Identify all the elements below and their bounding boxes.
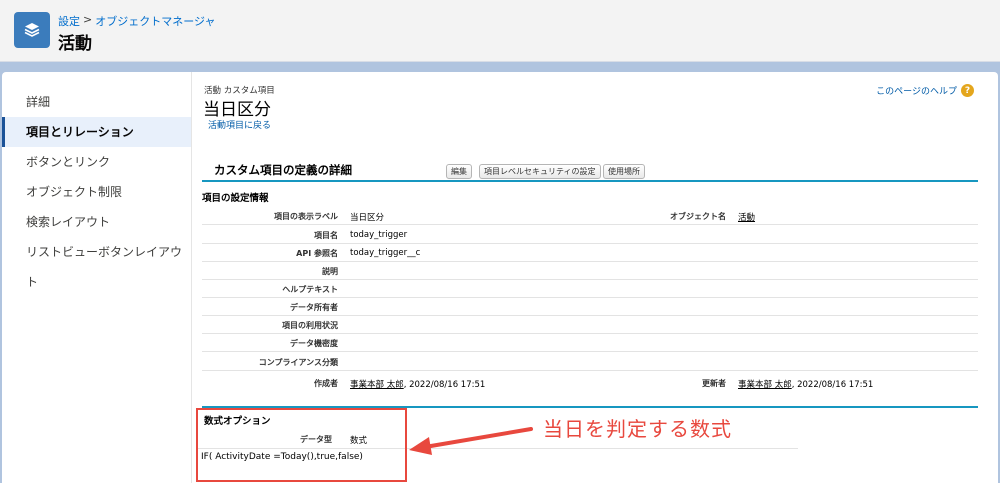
table-row: 項目名 today_trigger bbox=[202, 226, 978, 244]
table-row: コンプライアンス分類 bbox=[202, 353, 978, 371]
table-row: 説明 bbox=[202, 262, 978, 280]
annotation-text: 当日を判定する数式 bbox=[543, 417, 732, 441]
row-label: 項目名 bbox=[314, 231, 338, 240]
help-icon: ? bbox=[961, 84, 974, 97]
sidebar-item-details[interactable]: 詳細 bbox=[2, 87, 191, 117]
edit-button[interactable]: 編集 bbox=[446, 164, 472, 179]
row-label: データ所有者 bbox=[290, 303, 338, 312]
detail-bar: カスタム項目の定義の詳細 編集 項目レベルセキュリティの設定 使用場所 bbox=[202, 158, 978, 182]
where-used-button[interactable]: 使用場所 bbox=[603, 164, 645, 179]
layers-icon bbox=[14, 12, 50, 48]
annotation-arrow-icon bbox=[409, 427, 533, 455]
breadcrumb: 設定 > オブジェクトマネージャ bbox=[58, 13, 215, 29]
sidebar-item-buttons-links[interactable]: ボタンとリンク bbox=[2, 147, 191, 177]
sidebar-item-fields-relationships[interactable]: 項目とリレーション bbox=[2, 117, 191, 147]
created-by-user-link[interactable]: 事業本部 太郎 bbox=[350, 380, 404, 390]
help-link-label: このページのヘルプ bbox=[876, 87, 957, 97]
created-date: , 2022/08/16 17:51 bbox=[403, 380, 486, 390]
page-title: 活動 bbox=[58, 34, 92, 54]
created-by-value: 事業本部 太郎, 2022/08/16 17:51 bbox=[350, 378, 485, 390]
modified-by-value: 事業本部 太郎, 2022/08/16 17:51 bbox=[738, 378, 873, 390]
row-label: ヘルプテキスト bbox=[282, 285, 338, 294]
row-label: 作成者 bbox=[314, 379, 338, 388]
row-label: API 参照名 bbox=[296, 249, 338, 258]
modified-date: , 2022/08/16 17:51 bbox=[791, 380, 874, 390]
sidebar: 詳細 項目とリレーション ボタンとリンク オブジェクト制限 検索レイアウト リス… bbox=[2, 72, 192, 483]
table-row: 作成者 事業本部 太郎, 2022/08/16 17:51 更新者 事業本部 太… bbox=[202, 374, 978, 392]
field-title: 当日区分 bbox=[203, 100, 271, 120]
row-label-2: オブジェクト名 bbox=[670, 212, 726, 221]
detail-title: カスタム項目の定義の詳細 bbox=[214, 163, 352, 177]
table-row: API 参照名 today_trigger__c bbox=[202, 244, 978, 262]
row-value: 当日区分 bbox=[350, 213, 385, 223]
sidebar-item-list-view-button-layout[interactable]: リストビューボタンレイアウト bbox=[2, 237, 191, 289]
row-label: データ機密度 bbox=[290, 339, 338, 348]
help-link[interactable]: このページのヘルプ ? bbox=[876, 84, 974, 97]
page-header: 設定 > オブジェクトマネージャ 活動 bbox=[0, 0, 1000, 62]
field-security-button[interactable]: 項目レベルセキュリティの設定 bbox=[479, 164, 601, 179]
row-label: 項目の利用状況 bbox=[282, 321, 338, 330]
row-value: today_trigger bbox=[350, 230, 408, 240]
breadcrumb-setup-link[interactable]: 設定 bbox=[58, 13, 80, 29]
section-field-info: 項目の設定情報 bbox=[202, 193, 269, 204]
table-row: 項目の利用状況 bbox=[202, 316, 978, 334]
row-label: コンプライアンス分類 bbox=[258, 358, 338, 367]
row-value: today_trigger__c bbox=[350, 248, 421, 258]
sidebar-item-search-layouts[interactable]: 検索レイアウト bbox=[2, 207, 191, 237]
table-row: 項目の表示ラベル 当日区分 オブジェクト名 活動 bbox=[202, 207, 978, 225]
object-name-link[interactable]: 活動 bbox=[738, 211, 755, 223]
breadcrumb-object-manager-link[interactable]: オブジェクトマネージャ bbox=[95, 13, 215, 29]
row-label: 項目の表示ラベル bbox=[274, 212, 338, 221]
highlight-box bbox=[196, 408, 407, 482]
sidebar-item-object-limits[interactable]: オブジェクト制限 bbox=[2, 177, 191, 207]
breadcrumb-separator: > bbox=[83, 13, 93, 26]
row-label: 説明 bbox=[322, 267, 338, 276]
table-row: データ機密度 bbox=[202, 334, 978, 352]
modified-by-user-link[interactable]: 事業本部 太郎 bbox=[738, 380, 792, 390]
back-to-fields-link[interactable]: 活動項目に戻る bbox=[208, 118, 271, 131]
table-row: ヘルプテキスト bbox=[202, 280, 978, 298]
row-label-2: 更新者 bbox=[702, 379, 726, 388]
table-row: データ所有者 bbox=[202, 298, 978, 316]
